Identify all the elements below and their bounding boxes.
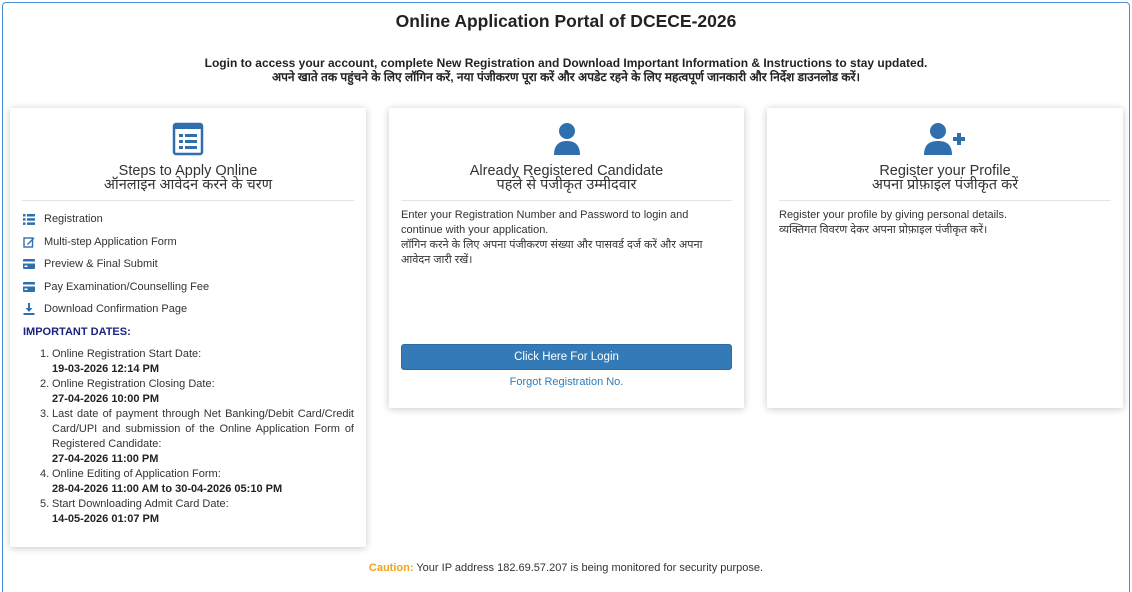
register-text-hindi: व्यक्तिगत विवरण देकर अपना प्रोफ़ाइल पंजी… [779,224,988,236]
date-item: 2. Online Registration Closing Date: 27-0… [40,377,354,407]
caution-text: Your IP address 182.69.57.207 is being m… [416,562,764,574]
edit-icon [22,235,36,249]
step-label: Preview & Final Submit [44,258,158,271]
step-label: Pay Examination/Counselling Fee [44,280,210,293]
login-title-english: Already Registered Candidate [469,163,664,179]
user-plus-icon[interactable] [767,122,1123,156]
register-text-english: Register your profile by giving personal… [779,209,1008,221]
divider [22,200,354,201]
steps-card: Steps to Apply Online ऑनलाइन आवेदन करने … [10,108,366,547]
card-icon [22,280,36,294]
date-value: 14-05-2026 01:07 PM [52,513,160,525]
caution-notice: Caution: Your IP address 182.69.57.207 i… [0,562,1132,574]
date-item: 3. Last date of payment through Net Bank… [40,407,354,467]
intro-hindi: अपने खाते तक पहुंचने के लिए लॉगिन करें, … [271,70,861,84]
important-dates-list: 1. Online Registration Start Date: 19-03-… [40,347,354,527]
intro-english: Login to access your account, complete N… [204,56,928,70]
login-text-hindi: लॉगिन करने के लिए अपना पंजीकरण संख्या और… [401,239,703,266]
login-button[interactable]: Click Here For Login [401,344,732,370]
step-item: Preview & Final Submit [22,253,209,276]
form-list-icon [10,122,366,156]
login-text-english: Enter your Registration Number and Passw… [401,209,689,236]
date-item: 1. Online Registration Start Date: 19-03-… [40,347,354,377]
divider [401,200,732,201]
steps-card-title: Steps to Apply Online ऑनलाइन आवेदन करने … [10,163,366,193]
page-title: Online Application Portal of DCECE-2026 [395,11,737,31]
date-label: Online Registration Start Date: [52,348,202,360]
login-card-title: Already Registered Candidate पहले से पंज… [389,163,744,193]
intro-text: Login to access your account, complete N… [0,56,1132,84]
divider [779,200,1111,201]
steps-title-english: Steps to Apply Online [118,163,258,179]
forgot-registration-link[interactable]: Forgot Registration No. [389,376,744,388]
date-label: Online Registration Closing Date: [52,378,215,390]
date-number: 5. [40,498,50,510]
date-value: 27-04-2026 10:00 PM [52,393,160,405]
step-item: Pay Examination/Counselling Fee [22,276,209,299]
date-number: 3. [40,408,50,420]
user-icon [389,122,744,156]
date-item: 5. Start Downloading Admit Card Date: 14-… [40,497,354,527]
list-icon [22,212,36,226]
date-number: 2. [40,378,50,390]
date-label: Last date of payment through Net Banking… [52,408,354,450]
login-card: Already Registered Candidate पहले से पंज… [389,108,744,408]
register-title-hindi: अपना प्रोफ़ाइल पंजीकृत करें [871,177,1019,193]
register-card: Register your Profile अपना प्रोफ़ाइल पंज… [767,108,1123,408]
card-icon [22,257,36,271]
step-label: Multi-step Application Form [44,235,177,248]
steps-list: Registration Multi-step Application Form… [22,208,209,321]
register-card-title: Register your Profile अपना प्रोफ़ाइल पंज… [767,163,1123,193]
date-item: 4. Online Editing of Application Form: 28… [40,467,354,497]
important-dates-heading: IMPORTANT DATES: [23,326,131,338]
step-item: Multi-step Application Form [22,231,209,254]
steps-title-hindi: ऑनलाइन आवेदन करने के चरण [103,177,273,193]
caution-label: Caution: [368,562,414,574]
register-instructions: Register your profile by giving personal… [779,208,1109,238]
date-value: 19-03-2026 12:14 PM [52,363,160,375]
login-title-hindi: पहले से पंजीकृत उम्मीदवार [496,177,637,193]
download-icon [22,302,36,316]
step-label: Registration [44,213,103,226]
login-instructions: Enter your Registration Number and Passw… [401,208,731,268]
date-label: Start Downloading Admit Card Date: [52,498,229,510]
date-value: 27-04-2026 11:00 PM [52,453,159,465]
date-number: 1. [40,348,50,360]
date-number: 4. [40,468,50,480]
step-item: Download Confirmation Page [22,298,209,321]
step-label: Download Confirmation Page [44,303,188,316]
register-title-english: Register your Profile [879,163,1011,179]
date-label: Online Editing of Application Form: [52,468,221,480]
date-value: 28-04-2026 11:00 AM to 30-04-2026 05:10 … [52,483,283,495]
step-item: Registration [22,208,209,231]
